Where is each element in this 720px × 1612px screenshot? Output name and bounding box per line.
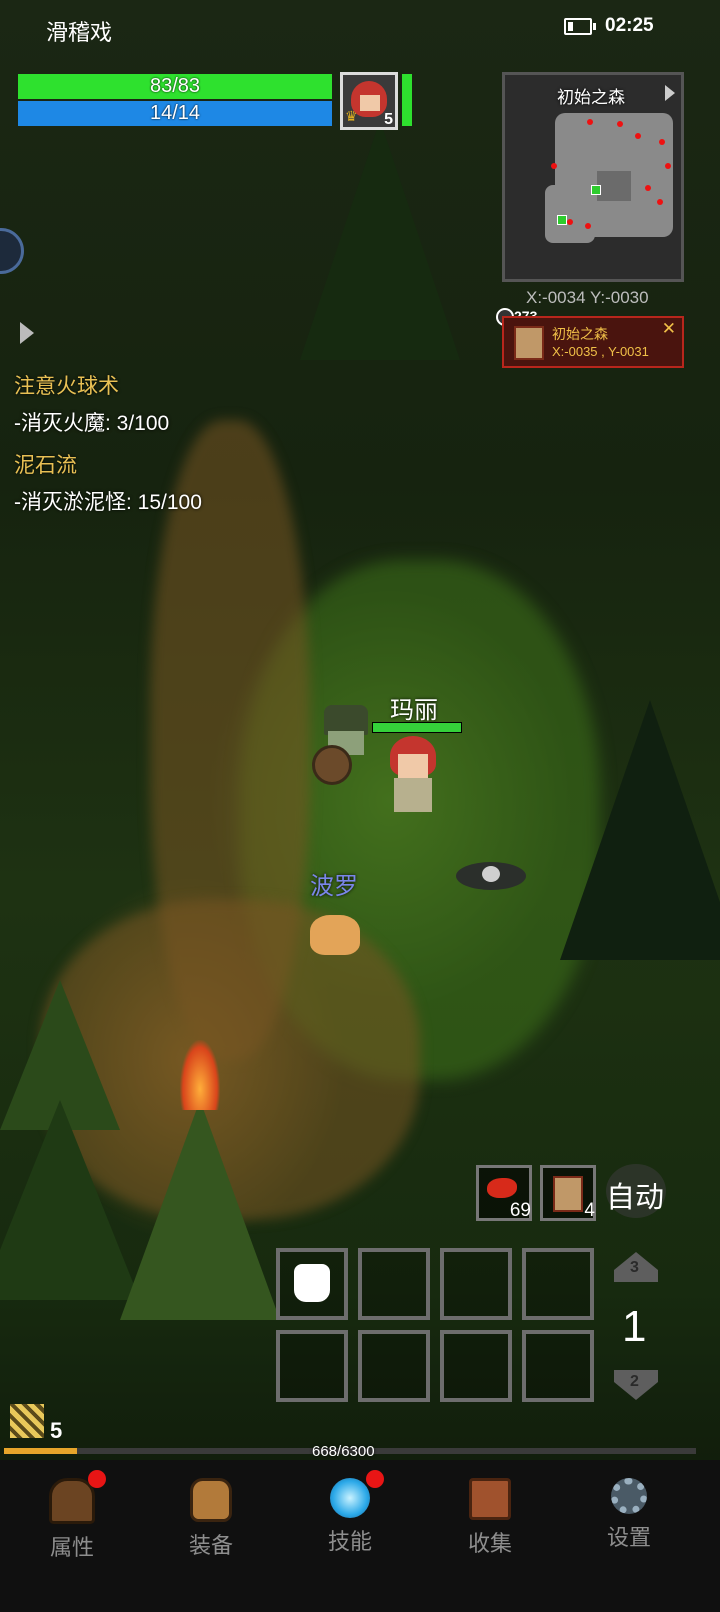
minimap-enemy-dot [551,163,557,169]
minimap-terrain [597,171,631,201]
notification-dot [366,1470,384,1488]
mp-bar: 14/14 [18,101,332,126]
quest-tracker[interactable]: 注意火球术 -消灭火魔: 3/100 泥石流 -消灭淤泥怪: 15/100 [14,370,202,516]
scroll-icon [553,1176,583,1212]
expand-arrow-icon[interactable] [20,322,34,344]
minimap-enemy-dot [585,223,591,229]
minimap-enemy-dot [587,119,593,125]
bag-icon [190,1478,232,1522]
player-portrait[interactable]: ♛ 5 [340,72,398,130]
app-label: 滑稽戏 [46,20,113,45]
notification-coords: X:-0035 , Y-0031 [552,344,649,359]
consumable-scroll[interactable]: 4 [540,1165,596,1221]
nav-label: 技能 [327,1529,372,1554]
clock: 02:25 [605,15,654,36]
exp-level: 5 [50,1418,63,1443]
minimap-arrow-icon[interactable] [665,85,675,101]
nav-label: 设置 [606,1525,651,1550]
minimap-enemy-dot [567,219,573,225]
exp-level-icon [10,1404,44,1438]
minimap-terrain [545,185,595,243]
minimap-enemy-dot [657,199,663,205]
nav-skills[interactable]: 技能 [300,1470,400,1556]
soldier-npc[interactable] [310,705,380,795]
nav-attributes[interactable]: 属性 [22,1470,122,1562]
nav-collection[interactable]: 收集 [440,1478,540,1558]
mp-text: 14/14 [149,102,201,124]
meat-icon [487,1178,517,1198]
meat-count: 69 [509,1200,531,1221]
skill-slot[interactable] [358,1248,430,1320]
crown-icon: ♛ [345,108,358,124]
pine-tree [300,120,460,360]
nav-settings[interactable]: 设置 [579,1478,679,1552]
minimap-enemy-dot [645,185,651,191]
nav-label: 收集 [467,1531,512,1556]
helmet-icon [49,1478,95,1524]
campfire[interactable] [180,1040,220,1110]
skill-slot[interactable] [440,1330,512,1402]
skill-slot[interactable] [522,1330,594,1402]
consumable-meat[interactable]: 69 [476,1165,532,1221]
notification-dot [88,1470,106,1488]
skill-slot[interactable] [440,1248,512,1320]
location-notification[interactable]: 初始之森 X:-0035 , Y-0031 ✕ [502,316,684,368]
gear-icon [611,1478,647,1514]
skill-slot[interactable] [358,1330,430,1402]
skill-slot[interactable] [522,1248,594,1320]
minimap-enemy-dot [635,133,641,139]
notification-title: 初始之森 [552,326,608,342]
scroll-icon [514,326,544,360]
companion-name: 玛丽 [390,697,438,724]
close-icon[interactable]: ✕ [662,319,676,339]
hp-bar: 83/83 [18,74,332,99]
quest-title: 注意火球术 [14,375,119,398]
skill-gem-icon [330,1478,370,1518]
slain-enemy-skull[interactable] [456,862,526,890]
minimap-player-icon [591,185,601,195]
minimap-enemy-dot [659,139,665,145]
quest-title: 泥石流 [14,454,77,477]
pet-name: 波罗 [310,873,358,900]
auto-button[interactable]: 自动 [606,1164,666,1218]
minimap-area-name: 初始之森 [557,88,625,107]
pine-tree [0,1100,140,1300]
exp-text: 668/6300 [312,1443,375,1460]
battery-icon [564,18,596,35]
quest-task: -消灭火魔: 3/100 [14,412,170,435]
companion-character[interactable] [384,736,444,816]
minimap-npc-icon [557,215,567,225]
nav-equipment[interactable]: 装备 [161,1478,261,1560]
player-coordinates: X:-0034 Y:-0030 [526,288,649,307]
fist-icon [294,1264,330,1302]
player-level-badge: 5 [384,111,393,128]
skill-slot[interactable] [276,1248,348,1320]
side-gauge [402,74,412,126]
round-shield-icon [312,745,352,785]
nav-label: 装备 [188,1533,233,1558]
minimap-enemy-dot [617,121,623,127]
auto-label: 自动 [606,1182,665,1214]
page-up-number: 3 [630,1259,639,1276]
book-icon [469,1478,511,1520]
pine-tree [120,1100,280,1320]
scroll-count: 4 [584,1200,595,1221]
skill-slot[interactable] [276,1330,348,1402]
quest-task: -消灭淤泥怪: 15/100 [14,491,202,514]
minimap[interactable]: 初始之森 [502,72,684,282]
hp-text: 83/83 [149,75,201,97]
skill-page-number: 1 [622,1302,647,1351]
nav-label: 属性 [49,1535,94,1560]
pine-tree [560,700,720,960]
minimap-enemy-dot [665,163,671,169]
companion-hp-bar [372,722,462,733]
page-down-number: 2 [630,1373,639,1390]
pet-fox[interactable] [310,915,360,955]
